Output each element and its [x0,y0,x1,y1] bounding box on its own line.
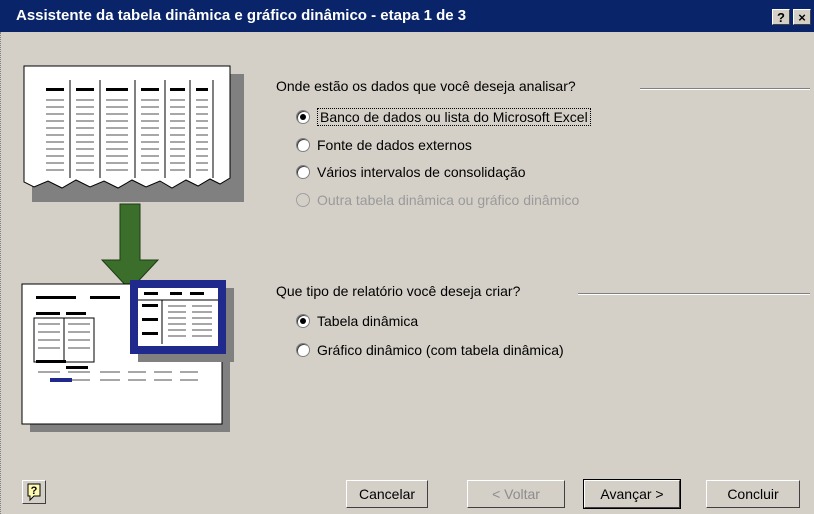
office-assistant-help-button[interactable]: ? [22,480,46,504]
window-title: Assistente da tabela dinâmica e gráfico … [16,7,467,24]
source-group-divider [640,88,810,90]
report-option-label: Gráfico dinâmico (com tabela dinâmica) [317,342,564,358]
pivot-wizard-illustration [21,65,244,432]
source-option-external-data[interactable]: Fonte de dados externos [296,136,472,154]
source-group-label: Onde estão os dados que você deseja anal… [276,78,576,94]
radio-button-icon [296,193,310,207]
source-option-other-pivot: Outra tabela dinâmica ou gráfico dinâmic… [296,191,579,209]
radio-button-icon[interactable] [296,343,310,357]
radio-button-icon[interactable] [296,165,310,179]
title-bar: Assistente da tabela dinâmica e gráfico … [0,0,814,32]
report-option-pivot-chart[interactable]: Gráfico dinâmico (com tabela dinâmica) [296,341,564,359]
source-option-consolidation-ranges[interactable]: Vários intervalos de consolidação [296,163,526,181]
window-left-edge [0,32,6,514]
finish-button[interactable]: Concluir [706,480,800,508]
title-help-button[interactable]: ? [772,9,790,25]
report-option-label: Tabela dinâmica [317,313,419,329]
help-assistant-icon: ? [27,483,41,502]
radio-button-icon[interactable] [296,138,310,152]
back-button[interactable]: < Voltar [467,480,565,508]
title-close-button[interactable]: × [793,9,811,25]
report-group-divider [578,293,810,295]
report-option-pivot-table[interactable]: Tabela dinâmica [296,312,418,330]
cancel-button[interactable]: Cancelar [346,480,428,508]
source-option-excel-list[interactable]: Banco de dados ou lista do Microsoft Exc… [296,108,591,126]
next-button[interactable]: Avançar > [583,479,681,509]
radio-button-icon[interactable] [296,314,310,328]
report-group-label: Que tipo de relatório você deseja criar? [276,283,521,299]
source-option-label: Banco de dados ou lista do Microsoft Exc… [317,108,591,126]
source-option-label: Vários intervalos de consolidação [317,164,526,180]
radio-button-icon[interactable] [296,110,310,124]
svg-text:?: ? [31,485,38,497]
source-option-label: Outra tabela dinâmica ou gráfico dinâmic… [317,192,580,208]
source-option-label: Fonte de dados externos [317,137,472,153]
